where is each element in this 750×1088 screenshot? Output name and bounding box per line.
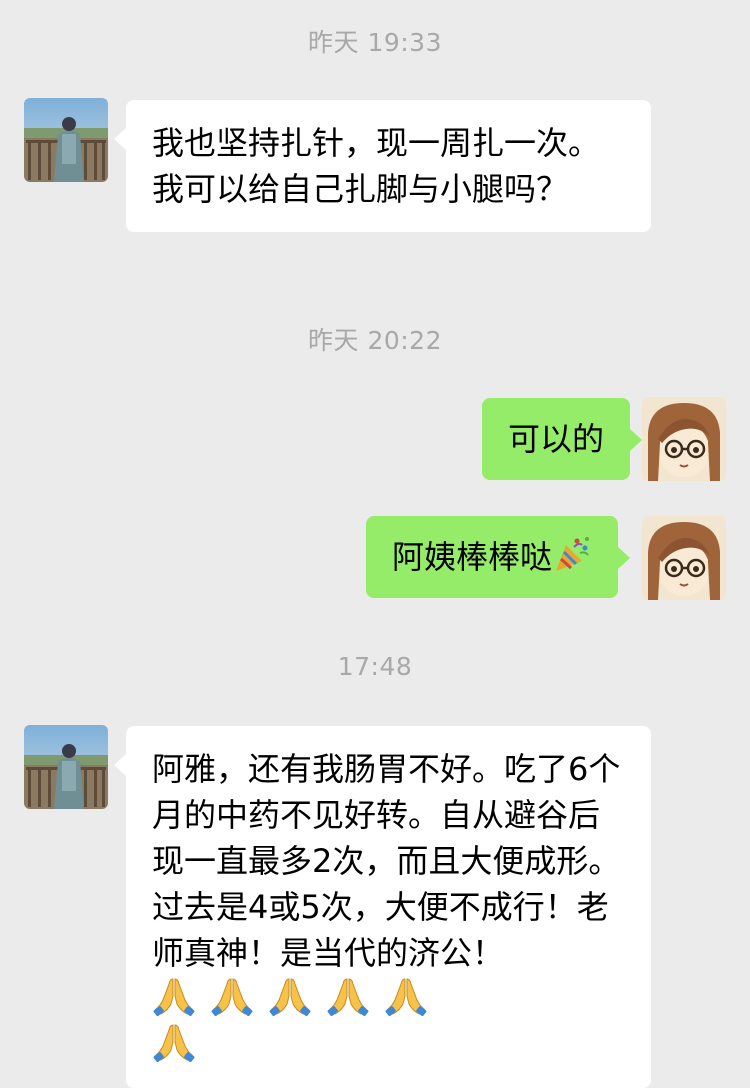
my-avatar[interactable] <box>642 516 726 600</box>
contact-avatar[interactable] <box>24 98 108 182</box>
folded-hands-icon <box>326 976 370 1016</box>
anime-avatar-icon <box>642 397 726 481</box>
message-text: 我也坚持扎针，现一周扎一次。我可以给自己扎脚与小腿吗？ <box>152 124 601 208</box>
folded-hands-icon <box>152 976 196 1016</box>
folded-hands-icon <box>268 976 312 1016</box>
party-popper-icon <box>552 534 592 574</box>
chat-history[interactable]: 昨天 19:33 我也坚持扎针，现一周扎一次。我可以给自己扎脚与小腿吗？ 昨天 … <box>0 0 750 1088</box>
incoming-message-bubble[interactable]: 阿雅，还有我肠胃不好。吃了6个月的中药不见好转。自从避谷后现一直最多2次，而且大… <box>114 726 651 1088</box>
folded-hands-icon <box>152 1022 196 1062</box>
message-text: 阿雅，还有我肠胃不好。吃了6个月的中药不见好转。自从避谷后现一直最多2次，而且大… <box>152 750 621 972</box>
my-avatar[interactable] <box>642 397 726 481</box>
outgoing-message-bubble[interactable]: 可以的 <box>481 398 643 480</box>
timestamp: 昨天 20:22 <box>308 326 442 355</box>
person-photo-icon <box>24 98 108 182</box>
message-text: 可以的 <box>507 420 604 458</box>
folded-hands-icon <box>210 976 254 1016</box>
message-text: 阿姨棒棒哒 <box>391 538 552 576</box>
person-photo-icon <box>24 725 108 809</box>
timestamp: 17:48 <box>337 652 413 681</box>
folded-hands-icon <box>384 976 428 1016</box>
contact-avatar[interactable] <box>24 725 108 809</box>
timestamp: 昨天 19:33 <box>308 28 442 57</box>
incoming-message-bubble[interactable]: 我也坚持扎针，现一周扎一次。我可以给自己扎脚与小腿吗？ <box>114 100 651 232</box>
outgoing-message-bubble[interactable]: 阿姨棒棒哒 <box>365 516 631 598</box>
anime-avatar-icon <box>642 516 726 600</box>
